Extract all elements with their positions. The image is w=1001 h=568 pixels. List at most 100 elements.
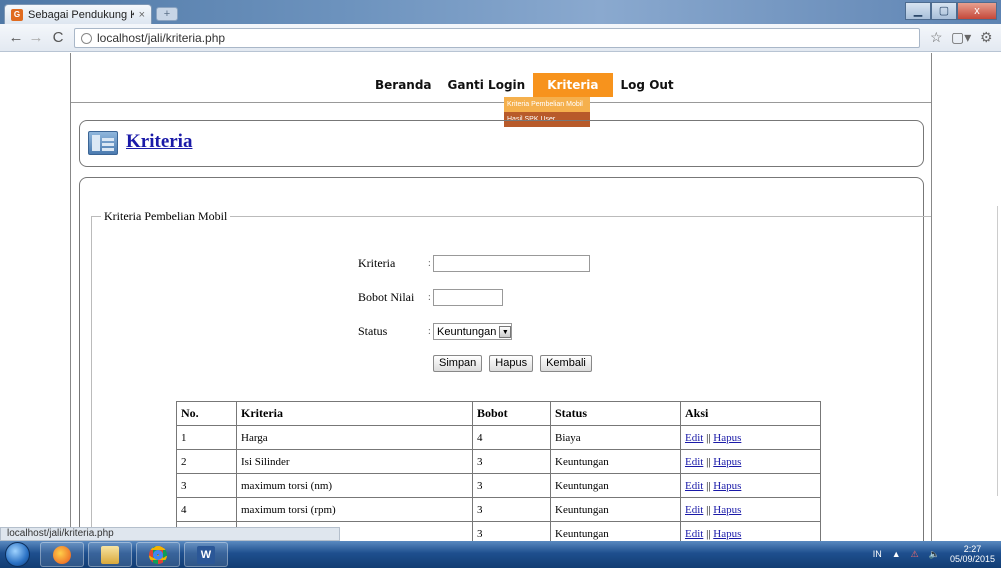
col-aksi: Aksi xyxy=(680,401,821,426)
status-row: Status : Keuntungan ▼ xyxy=(358,323,513,340)
word-icon: W xyxy=(197,545,215,564)
page-title[interactable]: Kriteria xyxy=(126,131,192,153)
system-tray: IN ▲ ⚠ 🔈 2:27 05/09/2015 xyxy=(873,544,995,564)
nav-ganti-login[interactable]: Ganti Login xyxy=(440,73,534,97)
scrollbar[interactable] xyxy=(997,206,1001,496)
tab-close-icon[interactable]: × xyxy=(139,9,145,21)
network-icon[interactable]: ⚠ xyxy=(911,549,919,560)
new-tab-button[interactable]: + xyxy=(156,7,178,21)
table-row: 4 maximum torsi (rpm) 3 Keuntungan Edit … xyxy=(176,497,821,522)
chrome-icon xyxy=(149,545,167,564)
cell-status: Keuntungan xyxy=(550,449,681,474)
edit-link[interactable]: Edit xyxy=(685,528,703,540)
hapus-button[interactable]: Hapus xyxy=(489,355,534,372)
page-menu-icon[interactable]: ▢▾ xyxy=(951,29,971,46)
nav-log-out[interactable]: Log Out xyxy=(613,73,682,97)
cell-status: Keuntungan xyxy=(550,473,681,498)
page-viewport: Beranda Ganti Login Kriteria Log Out Kri… xyxy=(0,53,1001,541)
kriteria-label: Kriteria xyxy=(358,256,396,270)
browser-titlebar: G Sebagai Pendukung Kep... × + ▁ ▢ x xyxy=(0,0,1001,24)
cell-no: 2 xyxy=(176,449,237,474)
fieldset-legend: Kriteria Pembelian Mobil xyxy=(101,209,231,224)
nav-beranda[interactable]: Beranda xyxy=(367,73,440,97)
nav-kriteria[interactable]: Kriteria xyxy=(533,73,613,97)
kriteria-row: Kriteria : xyxy=(358,255,590,272)
window-controls: ▁ ▢ x xyxy=(905,2,997,20)
taskbar-chrome[interactable] xyxy=(136,542,180,567)
kriteria-table: No. Kriteria Bobot Status Aksi 1 Harga 4… xyxy=(176,401,821,541)
edit-link[interactable]: Edit xyxy=(685,504,703,516)
browser-status-bubble: localhost/jali/kriteria.php xyxy=(0,527,340,541)
cell-bobot: 3 xyxy=(472,497,551,522)
simpan-button[interactable]: Simpan xyxy=(433,355,483,372)
taskbar-explorer[interactable] xyxy=(88,542,132,567)
cell-kriteria: Harga xyxy=(236,425,473,450)
reload-icon[interactable]: C xyxy=(48,28,68,48)
bookmark-star-icon[interactable]: ☆ xyxy=(930,29,943,46)
minimize-button[interactable]: ▁ xyxy=(905,2,931,20)
browser-tab[interactable]: G Sebagai Pendukung Kep... × xyxy=(4,4,152,24)
folder-icon xyxy=(101,545,119,564)
page-info-icon[interactable] xyxy=(81,32,92,44)
edit-link[interactable]: Edit xyxy=(685,480,703,492)
tray-expand-icon[interactable]: ▲ xyxy=(892,549,901,559)
cell-bobot: 3 xyxy=(472,473,551,498)
edit-link[interactable]: Edit xyxy=(685,456,703,468)
col-no: No. xyxy=(176,401,237,426)
status-label: Status xyxy=(358,324,388,338)
language-indicator[interactable]: IN xyxy=(873,549,882,559)
cell-status: Keuntungan xyxy=(550,497,681,522)
cell-aksi: Edit || Hapus xyxy=(680,497,821,522)
cell-aksi: Edit || Hapus xyxy=(680,425,821,450)
bobot-row: Bobot Nilai : xyxy=(358,289,503,306)
action-separator: || xyxy=(703,479,714,492)
tab-title: Sebagai Pendukung Kep... xyxy=(28,8,134,21)
cell-aksi: Edit || Hapus xyxy=(680,521,821,541)
wrench-menu-icon[interactable]: ⚙ xyxy=(980,29,993,46)
favicon-icon: G xyxy=(11,8,23,21)
hapus-link[interactable]: Hapus xyxy=(713,480,741,492)
bobot-label: Bobot Nilai xyxy=(358,290,415,304)
hapus-link[interactable]: Hapus xyxy=(713,432,741,444)
action-separator: || xyxy=(703,503,714,516)
table-header-row: No. Kriteria Bobot Status Aksi xyxy=(176,401,821,426)
site-container: Beranda Ganti Login Kriteria Log Out Kri… xyxy=(70,53,932,541)
status-select[interactable]: Keuntungan ▼ xyxy=(433,323,513,340)
cell-kriteria: Isi Silinder xyxy=(236,449,473,474)
cell-aksi: Edit || Hapus xyxy=(680,449,821,474)
cell-kriteria: maximum torsi (rpm) xyxy=(236,497,473,522)
hapus-link[interactable]: Hapus xyxy=(713,528,741,540)
top-navigation: Beranda Ganti Login Kriteria Log Out xyxy=(71,53,931,103)
col-kriteria: Kriteria xyxy=(236,401,473,426)
firefox-icon xyxy=(53,545,71,564)
action-separator: || xyxy=(703,431,714,444)
back-icon[interactable]: ← xyxy=(6,28,26,48)
table-row: 2 Isi Silinder 3 Keuntungan Edit || Hapu… xyxy=(176,449,821,474)
volume-icon[interactable]: 🔈 xyxy=(929,549,940,560)
taskbar-word[interactable]: W xyxy=(184,542,228,567)
kembali-button[interactable]: Kembali xyxy=(540,355,592,372)
forward-icon[interactable]: → xyxy=(26,28,46,48)
edit-link[interactable]: Edit xyxy=(685,432,703,444)
bobot-input[interactable] xyxy=(433,289,503,306)
taskbar-firefox[interactable] xyxy=(40,542,84,567)
maximize-button[interactable]: ▢ xyxy=(931,2,957,20)
hapus-link[interactable]: Hapus xyxy=(713,456,741,468)
clock[interactable]: 2:27 05/09/2015 xyxy=(950,544,995,564)
url-text: localhost/jali/kriteria.php xyxy=(97,31,226,45)
table-icon xyxy=(88,131,118,155)
table-row: 3 maximum torsi (nm) 3 Keuntungan Edit |… xyxy=(176,473,821,498)
cell-bobot: 4 xyxy=(472,425,551,450)
url-input[interactable]: localhost/jali/kriteria.php xyxy=(74,28,920,48)
close-window-button[interactable]: x xyxy=(957,2,997,20)
submenu-kriteria-pembelian-mobil[interactable]: Kriteria Pembelian Mobil xyxy=(504,97,590,112)
cell-bobot: 3 xyxy=(472,449,551,474)
cell-no: 3 xyxy=(176,473,237,498)
start-button[interactable] xyxy=(5,542,30,567)
windows-taskbar: W IN ▲ ⚠ 🔈 2:27 05/09/2015 xyxy=(0,541,1001,568)
hapus-link[interactable]: Hapus xyxy=(713,504,741,516)
status-selected-value: Keuntungan xyxy=(437,325,497,338)
kriteria-input[interactable] xyxy=(433,255,590,272)
chevron-down-icon: ▼ xyxy=(499,325,512,338)
col-bobot: Bobot xyxy=(472,401,551,426)
